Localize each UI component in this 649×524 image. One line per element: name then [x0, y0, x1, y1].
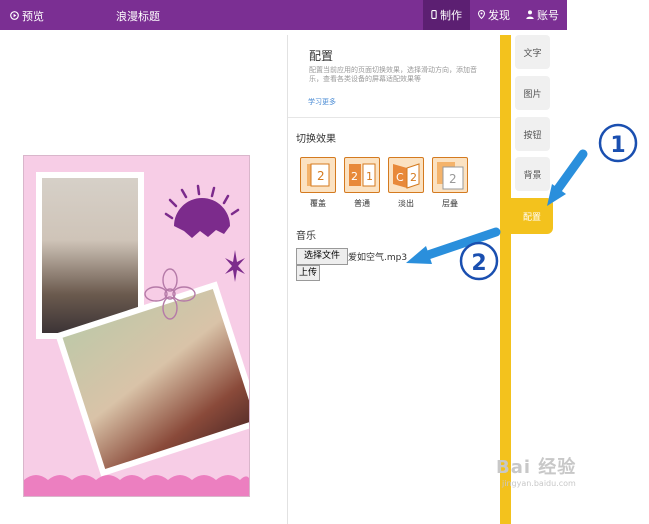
- step-1-number: 1: [610, 133, 625, 158]
- watermark-sub: jingyan.baidu.com: [502, 479, 576, 488]
- step-1-badge: 1: [598, 123, 638, 163]
- step-2-badge: 2: [459, 241, 499, 281]
- arrow-to-config-tab: [547, 149, 588, 206]
- watermark-main: Bai 经验: [496, 457, 577, 478]
- watermark: Bai 经验 jingyan.baidu.com: [496, 453, 576, 488]
- annotation-layer: 1 2: [406, 123, 638, 281]
- step-2-number: 2: [471, 251, 486, 276]
